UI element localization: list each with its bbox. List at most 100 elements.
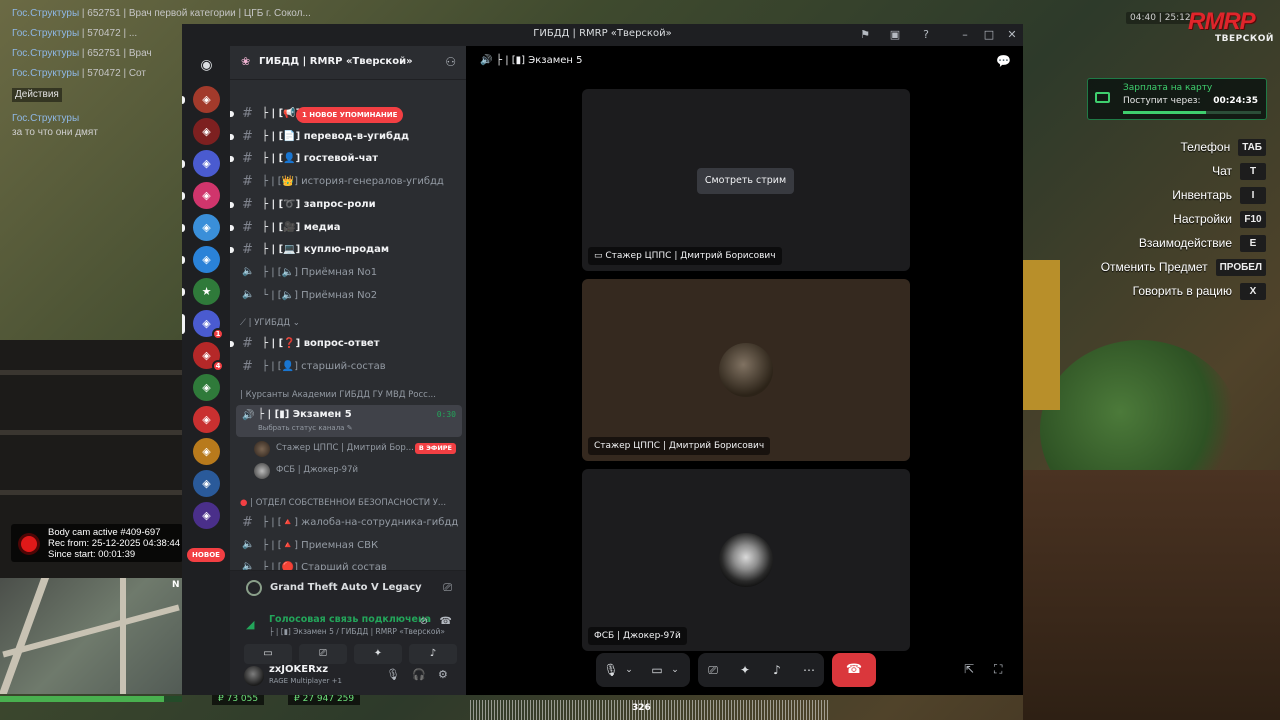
key-hints: Телефон TAБ Чат T Инвентарь I Настройки F10 Взаи… xyxy=(1101,135,1266,303)
server-icon[interactable]: ◈ xyxy=(182,182,220,209)
camera-off-button[interactable]: ▭ xyxy=(244,644,292,664)
watch-stream-button[interactable]: Смотреть стрим xyxy=(697,168,794,194)
soundboard-icon[interactable]: ♪ xyxy=(762,653,792,687)
bodycam-line1: Body cam active #409-697 xyxy=(48,527,161,538)
server-icon[interactable]: ◈ 4 xyxy=(193,342,224,372)
key-hint: Чат T xyxy=(1101,159,1266,183)
chat-line: Гос.Структуры | 652751 | Врач первой кат… xyxy=(12,8,311,19)
discord-home-icon[interactable]: ◉ xyxy=(193,52,220,79)
speaker-icon: 🔊 xyxy=(480,55,493,66)
activities-icon[interactable]: ✦ xyxy=(730,653,760,687)
help-icon[interactable]: ? xyxy=(919,28,933,42)
minimize-icon[interactable]: – xyxy=(958,28,972,42)
flag-icon[interactable]: ⚑ xyxy=(858,28,872,42)
voice-user[interactable]: ФСБ | Джокер-97й xyxy=(254,461,460,481)
server-icon[interactable]: ◈ xyxy=(182,86,220,113)
text-channel[interactable]: # ├ | [🎥] медиа xyxy=(230,218,460,238)
channel-name: ├ | [👑] история-генералов-угибдд xyxy=(262,176,444,188)
tile-label: ▭ Стажер ЦППС | Дмитрий Борисович xyxy=(588,247,782,265)
tile-label: ФСБ | Джокер-97й xyxy=(588,627,687,645)
soundboard-button[interactable]: ♪ xyxy=(409,644,457,664)
server-icon[interactable]: ★ xyxy=(182,278,220,305)
server-icon[interactable]: ◈ xyxy=(193,374,220,401)
key-hint: Настройки F10 xyxy=(1101,207,1266,231)
key-cap: F10 xyxy=(1240,210,1266,228)
server-icon[interactable]: ◈ xyxy=(182,150,220,177)
text-channel[interactable]: # ├ | [🔺] жалоба-на-сотрудника-гибдд xyxy=(238,513,460,533)
salary-widget: Зарплата на карту Поступит через: 00:24:… xyxy=(1087,78,1267,120)
share-screen-icon[interactable]: ⎚ xyxy=(698,653,728,687)
server-icon[interactable]: ◈ xyxy=(193,438,220,465)
text-channel[interactable]: # ├ | [👑] история-генералов-угибдд xyxy=(238,172,460,192)
discord-window: ГИБДД | RMRP «Тверской» ⚑ ▣ ? – □ ✕ ◉ ◈ … xyxy=(182,24,1023,695)
stream-game-icon[interactable]: ⎚ xyxy=(443,581,452,595)
key-hint: Отменить Предмет ПРОБЕЛ xyxy=(1101,255,1266,279)
text-channel[interactable]: # ├ | [👤] гостевой-чат xyxy=(230,149,460,169)
close-icon[interactable]: ✕ xyxy=(1005,28,1019,42)
voice-channel[interactable]: 🔈 ├ | [🔺] Приемная СВК xyxy=(238,536,460,556)
noise-suppression-icon[interactable]: ⊘ xyxy=(420,616,428,627)
maximize-icon[interactable]: □ xyxy=(982,28,996,42)
server-icon[interactable]: ◈ xyxy=(193,406,220,433)
microphone-icon[interactable]: 🎙 xyxy=(386,668,400,681)
channel-name: ├ | [📢] xyxy=(262,108,301,119)
category-ugibdd[interactable]: ⟋ | УГИБДД ⌄ xyxy=(240,318,460,334)
text-channel[interactable]: # ├ | [➰] запрос-роли xyxy=(230,195,460,215)
settings-icon[interactable]: ⚙ xyxy=(438,668,448,681)
stage-channel-name: ├ | [▮] Экзамен 5 xyxy=(496,55,583,66)
voice-channel[interactable]: 🔈 └ | [🔈] Приёмная No2 xyxy=(238,286,460,306)
server-icon[interactable]: ◈ xyxy=(182,246,220,273)
voice-user[interactable]: Стажер ЦППС | Дмитрий Бор... В ЭФИРЕ xyxy=(254,439,460,459)
hash-icon: # xyxy=(242,196,253,212)
channel-name: ├ | [➰] запрос-роли xyxy=(262,198,376,210)
inbox-icon[interactable]: ▣ xyxy=(888,28,902,42)
share-screen-button[interactable]: ⎚ xyxy=(299,644,347,664)
voice-connected-label[interactable]: Голосовая связь подключена xyxy=(269,614,431,625)
participant-tile[interactable]: Стажер ЦППС | Дмитрий Борисович xyxy=(582,279,910,461)
user-name[interactable]: zxJOKERxz xyxy=(269,664,328,675)
chat-icon[interactable]: 💬 xyxy=(996,54,1011,68)
wallet-icon xyxy=(1095,92,1110,103)
activities-button[interactable]: ✦ xyxy=(354,644,402,664)
headphones-icon[interactable]: 🎧 xyxy=(412,668,426,681)
screen-icon: ▭ xyxy=(594,251,603,261)
chevron-down-icon[interactable]: ⌄ xyxy=(614,653,644,687)
fullscreen-icon[interactable]: ⛶ xyxy=(994,662,1002,677)
key-hint-label: Телефон xyxy=(1180,140,1231,154)
server-icon[interactable]: ◈ xyxy=(182,214,220,241)
set-channel-status[interactable]: Выбрать статус канала ✎ xyxy=(258,424,353,432)
more-icon[interactable]: ⋯ xyxy=(794,653,824,687)
invite-icon[interactable]: ⚇ xyxy=(445,55,456,69)
participant-tile[interactable]: ФСБ | Джокер-97й xyxy=(582,469,910,651)
disconnect-icon[interactable]: ☎ xyxy=(440,616,452,627)
channel-name: ├ | [🔺] жалоба-на-сотрудника-гибдд xyxy=(262,517,459,528)
voice-channel[interactable]: 🔈 ├ | [🔈] Приёмная No1 xyxy=(238,263,460,283)
server-icon[interactable]: ◈ xyxy=(193,118,220,145)
chevron-down-icon[interactable]: ⌄ xyxy=(660,653,690,687)
compass-north: N xyxy=(172,580,180,590)
stream-tile[interactable]: Смотреть стрим ▭ Стажер ЦППС | Дмитрий Б… xyxy=(582,89,910,271)
server-icon[interactable]: ◈ xyxy=(193,502,220,529)
channel-name: ├ | [📄] перевод-в-угибдд xyxy=(262,130,410,142)
speaker-icon: 🔊 xyxy=(242,410,255,421)
voice-location[interactable]: ├ | [▮] Экзамен 5 / ГИБДД | RMRP «Тверск… xyxy=(269,627,445,636)
server-icon[interactable]: ◈ 1 xyxy=(182,310,224,340)
channel-name: ├ | [🔺] Приемная СВК xyxy=(262,539,379,551)
text-channel[interactable]: # ├ | [💻] куплю-продам xyxy=(230,240,460,260)
text-channel[interactable]: # ├ | [👤] старший-состав xyxy=(238,357,460,377)
server-icon[interactable]: ◈ xyxy=(193,470,220,497)
leave-call-button[interactable]: ☎ xyxy=(832,653,876,687)
game-activity-panel: Grand Theft Auto V Legacy ⎚ xyxy=(230,570,466,604)
category-academy[interactable]: | Курсанты Академии ГИБДД ГУ МВД Росс... xyxy=(240,390,460,406)
new-mention-badge[interactable]: 1 НОВОЕ УПОМИНАНИЕ xyxy=(296,107,404,123)
hash-icon: # xyxy=(242,515,253,530)
text-channel[interactable]: # ├ | [❓] вопрос-ответ xyxy=(230,334,460,354)
key-hint-label: Говорить в рацию xyxy=(1132,284,1232,298)
text-channel[interactable]: # ├ | [📄] перевод-в-угибдд xyxy=(230,127,460,147)
active-voice-channel[interactable]: 🔊 ├ | [▮] Экзамен 5 0:30 Выбрать статус … xyxy=(236,405,462,437)
category-osb[interactable]: ● | ОТДЕЛ СОБСТВЕННОЙ БЕЗОПАСНОСТИ У... xyxy=(240,498,460,514)
popout-icon[interactable]: ⇱ xyxy=(964,662,974,676)
key-cap: E xyxy=(1240,234,1266,252)
server-header[interactable]: ❀ ГИБДД | RMRP «Тверской» ⚇ xyxy=(230,46,466,80)
user-avatar[interactable] xyxy=(244,666,264,686)
